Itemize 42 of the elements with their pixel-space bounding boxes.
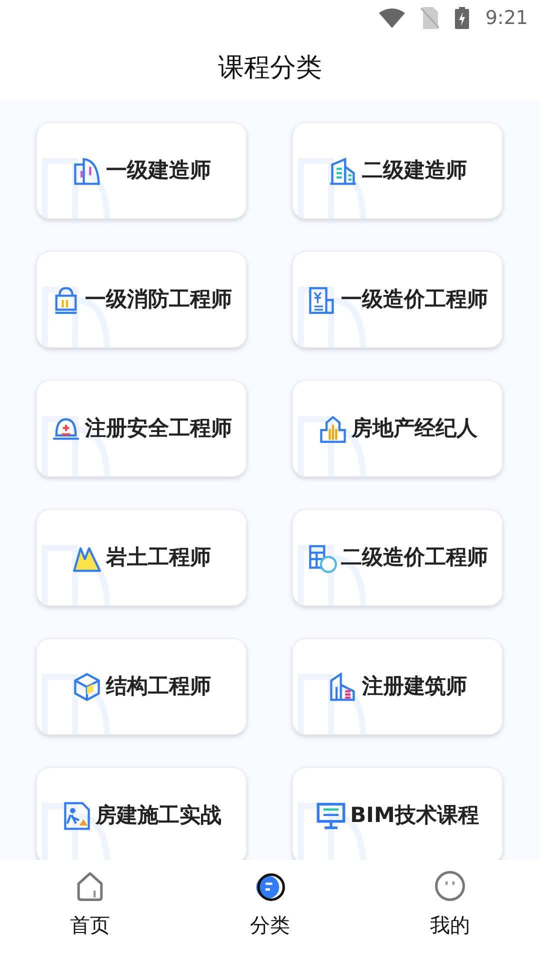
category-label: 二级造价工程师 [341, 544, 488, 571]
category-icon [316, 800, 346, 830]
category-card[interactable]: 结构工程师 [36, 638, 247, 735]
category-card[interactable]: 房建施工实战 [36, 767, 247, 860]
category-icon [72, 156, 102, 186]
category-label: 一级消防工程师 [85, 286, 232, 313]
wifi-icon [379, 8, 406, 28]
category-card[interactable]: 二级建造师 [292, 122, 503, 219]
nav-tab[interactable]: 首页 [0, 860, 180, 960]
category-label: 房建施工实战 [96, 802, 222, 829]
category-card[interactable]: 岩土工程师 [36, 509, 247, 606]
category-icon [328, 672, 358, 702]
category-label: 房地产经纪人 [352, 414, 478, 442]
category-label: 二级建造师 [362, 156, 467, 184]
battery-icon [455, 7, 470, 29]
category-icon [307, 542, 337, 572]
category-icon [72, 672, 102, 702]
category-label: 注册建筑师 [362, 672, 467, 700]
category-label: BIM技术课程 [350, 802, 479, 829]
category-label: 注册安全工程师 [85, 414, 232, 442]
category-icon [328, 156, 358, 186]
category-label: 一级造价工程师 [341, 286, 488, 313]
category-icon [62, 800, 92, 830]
clock: 9:21 [485, 6, 528, 31]
category-card[interactable]: 一级造价工程师 [292, 251, 503, 348]
category-card[interactable]: 二级造价工程师 [292, 509, 503, 606]
category-card[interactable]: 注册建筑师 [292, 638, 503, 735]
category-icon [307, 284, 337, 314]
category-card[interactable]: 房地产经纪人 [292, 380, 503, 477]
category-label: 结构工程师 [106, 672, 211, 700]
category-icon [318, 414, 348, 444]
category-card[interactable]: 注册安全工程师 [36, 380, 247, 477]
category-label: 岩土工程师 [106, 544, 211, 571]
category-label: 一级建造师 [106, 156, 211, 184]
nav-tab[interactable]: 分类 [180, 860, 360, 960]
category-card[interactable]: 一级消防工程师 [36, 251, 247, 348]
no-sim-icon [421, 7, 440, 29]
nav-tab[interactable]: 我的 [360, 860, 540, 960]
page-title: 课程分类 [218, 52, 322, 84]
face-icon [434, 870, 466, 902]
category-card[interactable]: 一级建造师 [36, 122, 247, 219]
category-card[interactable]: BIM技术课程 [292, 767, 503, 860]
